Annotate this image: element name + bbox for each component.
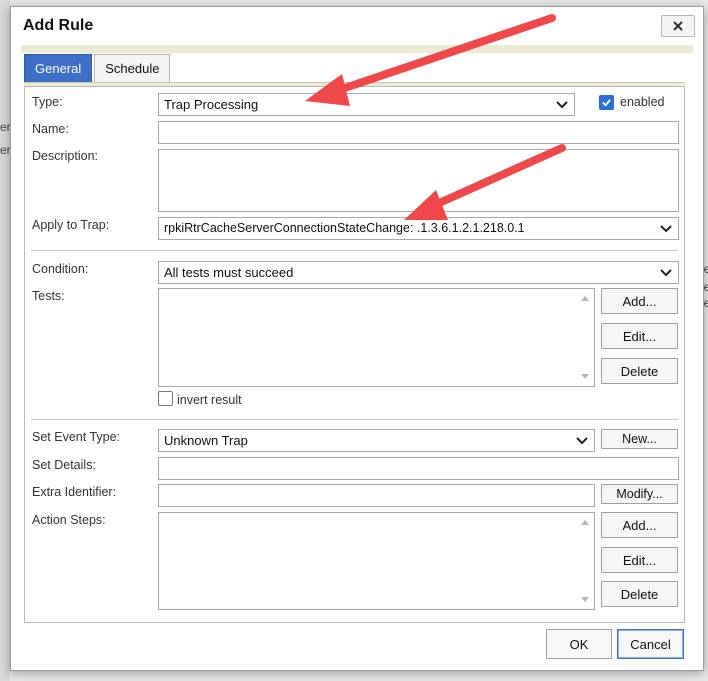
apply-to-trap-select[interactable]: rpkiRtrCacheServerConnectionStateChange:… <box>158 217 679 240</box>
scroll-up-icon[interactable] <box>581 296 589 301</box>
name-input[interactable] <box>158 121 679 144</box>
tests-list[interactable] <box>158 288 595 387</box>
enabled-label: enabled <box>620 95 665 109</box>
condition-select[interactable]: All tests must succeed <box>158 261 679 284</box>
tests-add-button[interactable]: Add... <box>601 288 678 314</box>
scroll-down-icon[interactable] <box>581 374 589 379</box>
condition-value: All tests must succeed <box>164 265 294 280</box>
close-button[interactable] <box>661 15 695 37</box>
tests-label: Tests: <box>32 289 65 303</box>
dialog-title: Add Rule <box>23 17 94 34</box>
tab-schedule[interactable]: Schedule <box>94 54 171 82</box>
tab-bar: General Schedule <box>24 54 172 82</box>
set-event-type-value: Unknown Trap <box>164 433 248 448</box>
action-edit-button[interactable]: Edit... <box>601 547 678 573</box>
close-icon <box>673 21 683 31</box>
add-rule-dialog: Add Rule General Schedule Type: Trap Pro… <box>10 6 704 671</box>
modify-button[interactable]: Modify... <box>601 484 678 504</box>
invert-result-label: invert result <box>177 393 242 407</box>
action-steps-scrollbar[interactable] <box>577 514 593 608</box>
scroll-up-icon[interactable] <box>581 520 589 525</box>
apply-to-trap-label: Apply to Trap: <box>32 218 110 232</box>
name-label: Name: <box>32 122 69 136</box>
type-select-value: Trap Processing <box>164 97 259 112</box>
background-window-left <box>0 0 10 681</box>
set-details-label: Set Details: <box>32 458 96 472</box>
action-steps-list[interactable] <box>158 512 595 610</box>
scroll-down-icon[interactable] <box>581 597 589 602</box>
chevron-down-icon <box>660 225 672 233</box>
type-select[interactable]: Trap Processing <box>158 93 575 116</box>
cancel-button[interactable]: Cancel <box>617 629 684 659</box>
action-add-button[interactable]: Add... <box>601 512 678 538</box>
action-delete-button[interactable]: Delete <box>601 581 678 607</box>
action-steps-label: Action Steps: <box>32 513 106 527</box>
set-details-input[interactable] <box>158 457 679 480</box>
extra-identifier-label: Extra Identifier: <box>32 485 117 499</box>
general-panel: Type: Trap Processing enabled Name: Desc… <box>24 86 685 623</box>
enabled-checkbox[interactable] <box>599 95 614 110</box>
type-label: Type: <box>32 95 63 109</box>
extra-identifier-input[interactable] <box>158 484 595 507</box>
set-event-type-select[interactable]: Unknown Trap <box>158 429 595 452</box>
new-event-type-button[interactable]: New... <box>601 429 678 449</box>
dialog-header-bar <box>21 45 693 53</box>
invert-result-checkbox[interactable] <box>158 391 173 406</box>
section-divider <box>31 419 678 420</box>
tests-edit-button[interactable]: Edit... <box>601 323 678 349</box>
description-textarea[interactable] <box>158 149 679 212</box>
tab-general[interactable]: General <box>24 54 93 82</box>
ok-button[interactable]: OK <box>546 629 612 659</box>
chevron-down-icon <box>660 269 672 277</box>
apply-to-trap-value: rpkiRtrCacheServerConnectionStateChange:… <box>164 221 525 235</box>
checkmark-icon <box>602 99 611 107</box>
chevron-down-icon <box>576 437 588 445</box>
tests-delete-button[interactable]: Delete <box>601 358 678 384</box>
tests-scrollbar[interactable] <box>577 290 593 385</box>
description-label: Description: <box>32 149 98 163</box>
chevron-down-icon <box>556 101 568 109</box>
section-divider <box>31 250 678 251</box>
set-event-type-label: Set Event Type: <box>32 430 121 444</box>
condition-label: Condition: <box>32 262 89 276</box>
